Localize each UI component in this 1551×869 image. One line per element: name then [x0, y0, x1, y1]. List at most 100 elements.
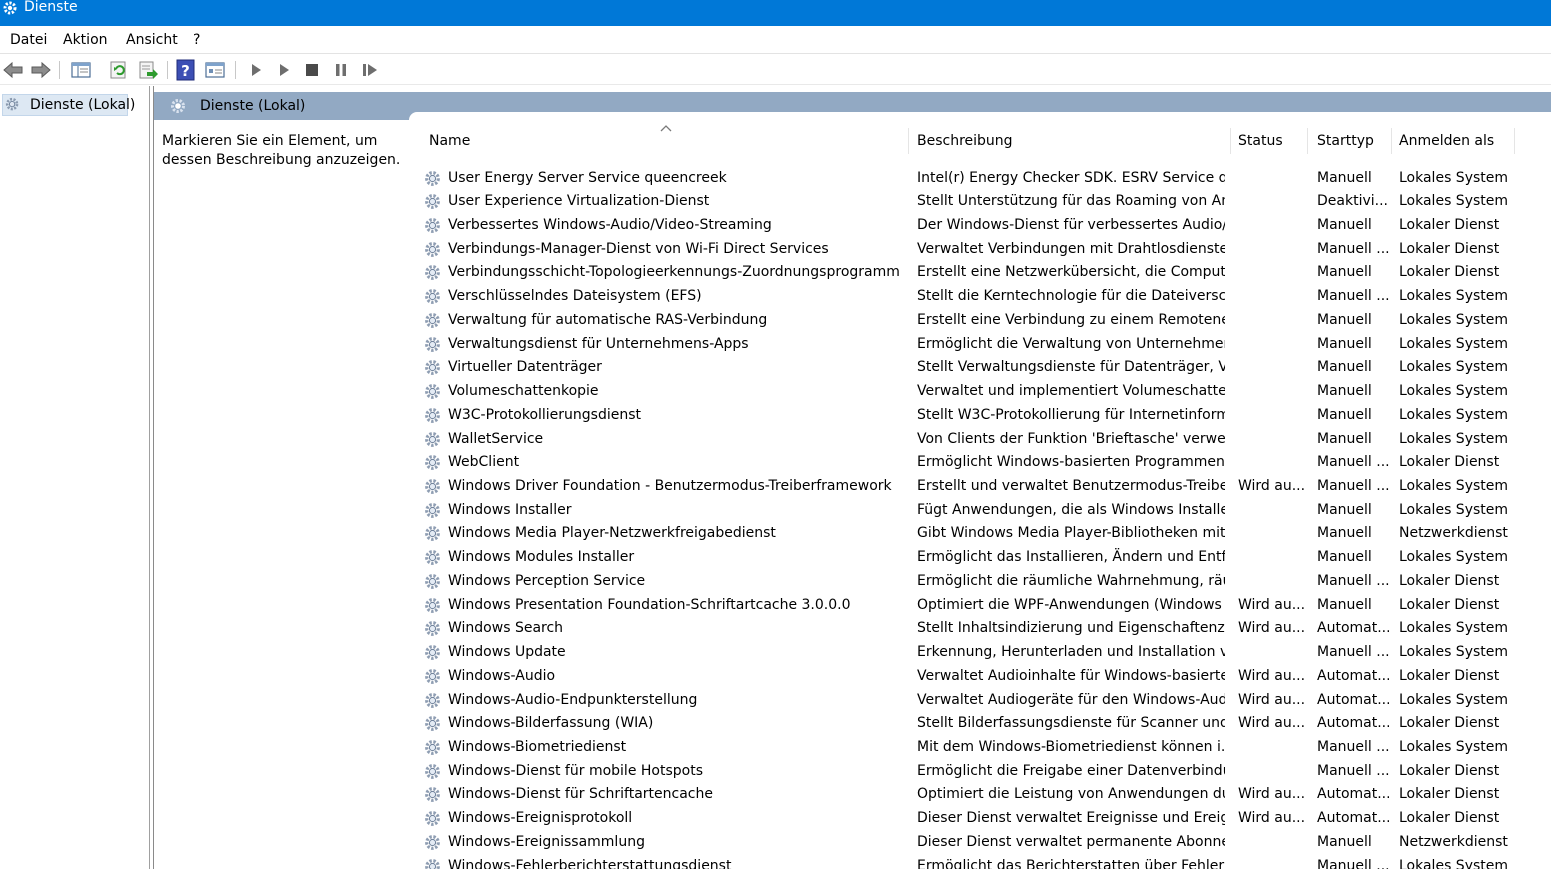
cell-anmelden-als: Lokaler Dienst	[1399, 596, 1500, 613]
service-gear-icon	[424, 336, 442, 354]
cell-description: Optimiert die WPF-Anwendungen (Windows .…	[917, 596, 1225, 613]
cell-status: Wird au...	[1238, 667, 1304, 684]
column-header-starttyp[interactable]: Starttyp	[1317, 132, 1374, 152]
cell-description: Verwaltet Audiogeräte für den Windows-Au…	[917, 691, 1225, 708]
table-row[interactable]: Verschlüsselndes Dateisystem (EFS) Stellt…	[416, 285, 1551, 309]
table-row[interactable]: Windows Presentation Foundation-Schrifta…	[416, 594, 1551, 618]
table-row[interactable]: Verbessertes Windows-Audio/Video-Streami…	[416, 214, 1551, 238]
column-header-beschreibung[interactable]: Beschreibung	[917, 132, 1013, 152]
svg-text:?: ?	[181, 62, 190, 80]
table-row[interactable]: WebClient Ermöglicht Windows-basierten Pr…	[416, 451, 1551, 475]
toolbar-separator	[235, 61, 236, 79]
cell-starttyp: Manuell	[1317, 169, 1372, 186]
service-gear-icon	[424, 739, 442, 757]
service-gear-icon	[424, 241, 442, 259]
properties-icon[interactable]	[204, 59, 226, 81]
cell-starttyp: Manuell	[1317, 833, 1372, 850]
service-gear-icon	[424, 834, 442, 852]
services-gear-icon	[3, 1, 17, 15]
cell-starttyp: Manuell	[1317, 216, 1372, 233]
table-row[interactable]: W3C-Protokollierungsdienst Stellt W3C-Pro…	[416, 404, 1551, 428]
stop-service-icon[interactable]	[301, 59, 323, 81]
table-row[interactable]: User Energy Server Service queencreek Int…	[416, 167, 1551, 191]
export-list-icon[interactable]	[137, 59, 159, 81]
pause-service-icon[interactable]	[330, 59, 352, 81]
service-gear-icon	[424, 597, 442, 615]
cell-description: Intel(r) Energy Checker SDK. ESRV Servic…	[917, 169, 1225, 186]
table-row[interactable]: Verwaltung für automatische RAS-Verbindu…	[416, 309, 1551, 333]
cell-starttyp: Manuell	[1317, 383, 1372, 400]
table-row[interactable]: Windows-Bilderfassung (WIA) Stellt Bilder…	[416, 712, 1551, 736]
table-row[interactable]: Windows-Dienst für Schriftartencache Opti…	[416, 783, 1551, 807]
cell-anmelden-als: Lokales System	[1399, 335, 1509, 352]
cell-name: Windows Perception Service	[448, 572, 646, 589]
menu-datei[interactable]: Datei	[10, 32, 47, 48]
cell-anmelden-als: Lokales System	[1399, 549, 1509, 566]
column-divider[interactable]	[908, 128, 909, 154]
cell-anmelden-als: Lokaler Dienst	[1399, 216, 1500, 233]
cell-starttyp: Manuell ...	[1317, 857, 1389, 869]
table-row[interactable]: Verbindungs-Manager-Dienst von Wi-Fi Dir…	[416, 238, 1551, 262]
cell-status	[1238, 380, 1304, 404]
table-row[interactable]: Windows Media Player-Netzwerkfreigabedie…	[416, 522, 1551, 546]
forward-arrow-icon[interactable]	[30, 59, 52, 81]
table-row[interactable]: Verbindungsschicht-Topologieerkennungs-Z…	[416, 261, 1551, 285]
menu-aktion[interactable]: Aktion	[63, 32, 108, 48]
cell-name: Verschlüsselndes Dateisystem (EFS)	[448, 288, 702, 305]
cell-name: Windows-Ereignissammlung	[448, 833, 645, 850]
table-row[interactable]: WalletService Von Clients der Funktion 'B…	[416, 428, 1551, 452]
cell-description: Stellt Bilderfassungsdienste für Scanner…	[917, 715, 1225, 732]
tree-item-dienste-lokal[interactable]: Dienste (Lokal)	[2, 94, 135, 116]
cell-description: Ermöglicht die Verwaltung von Unternehme…	[917, 335, 1225, 352]
cell-name: Verbessertes Windows-Audio/Video-Streami…	[448, 216, 772, 233]
cell-status	[1238, 261, 1304, 285]
menu-ansicht[interactable]: Ansicht	[126, 32, 178, 48]
table-row[interactable]: Windows Search Stellt Inhaltsindizierung …	[416, 617, 1551, 641]
table-row[interactable]: Virtueller Datenträger Stellt Verwaltungs…	[416, 356, 1551, 380]
table-row[interactable]: Windows-Ereignisprotokoll Dieser Dienst v…	[416, 807, 1551, 831]
back-arrow-icon[interactable]	[2, 59, 24, 81]
refresh-icon[interactable]	[108, 59, 130, 81]
table-row[interactable]: Windows-Dienst für mobile Hotspots Ermögl…	[416, 760, 1551, 784]
table-row[interactable]: Verwaltungsdienst für Unternehmens-Apps E…	[416, 333, 1551, 357]
column-divider[interactable]	[1391, 128, 1392, 154]
menu-help[interactable]: ?	[193, 32, 200, 48]
table-row[interactable]: Windows-Audio-Endpunkterstellung Verwalte…	[416, 689, 1551, 713]
start-service-icon[interactable]	[245, 59, 267, 81]
table-row[interactable]: Windows Driver Foundation - Benutzermodu…	[416, 475, 1551, 499]
table-row[interactable]: Windows-Fehlerberichterstattungsdienst Er…	[416, 855, 1551, 869]
services-gear-icon	[5, 97, 19, 111]
content-header-tab-edge	[409, 112, 1551, 120]
column-header-status[interactable]: Status	[1238, 132, 1283, 152]
cell-starttyp: Manuell ...	[1317, 644, 1389, 661]
table-row[interactable]: Windows Perception Service Ermöglicht die…	[416, 570, 1551, 594]
column-divider[interactable]	[1230, 128, 1231, 154]
cell-name: WalletService	[448, 430, 544, 447]
cell-description: Von Clients der Funktion 'Brieftasche' v…	[917, 430, 1225, 447]
cell-name: Windows Modules Installer	[448, 549, 635, 566]
cell-status	[1238, 546, 1304, 570]
table-row[interactable]: Volumeschattenkopie Verwaltet und impleme…	[416, 380, 1551, 404]
table-row[interactable]: User Experience Virtualization-Dienst Ste…	[416, 190, 1551, 214]
table-row[interactable]: Windows Modules Installer Ermöglicht das …	[416, 546, 1551, 570]
table-row[interactable]: Windows-Audio Verwaltet Audioinhalte für …	[416, 665, 1551, 689]
table-row[interactable]: Windows Update Erkennung, Herunterladen u…	[416, 641, 1551, 665]
column-header-name[interactable]: Name	[429, 132, 470, 152]
resume-service-icon[interactable]	[359, 59, 381, 81]
table-row[interactable]: Windows Installer Fügt Anwendungen, die a…	[416, 499, 1551, 523]
cell-description: Gibt Windows Media Player-Bibliotheken m…	[917, 525, 1225, 542]
cell-name: Windows Presentation Foundation-Schrifta…	[448, 596, 851, 613]
help-icon[interactable]: ?	[175, 59, 197, 81]
cell-description: Erstellt eine Netzwerkübersicht, die Com…	[917, 264, 1225, 281]
column-divider[interactable]	[1514, 128, 1515, 154]
cell-name: Windows-Fehlerberichterstattungsdienst	[448, 857, 732, 869]
column-header-anmelden-als[interactable]: Anmelden als	[1399, 132, 1494, 152]
cell-status: Wird au...	[1238, 786, 1304, 803]
start-service-alt-icon[interactable]	[273, 59, 295, 81]
column-divider[interactable]	[1307, 128, 1308, 154]
cell-name: Verbindungsschicht-Topologieerkennungs-Z…	[448, 264, 900, 281]
table-row[interactable]: Windows-Biometriedienst Mit dem Windows-B…	[416, 736, 1551, 760]
table-row[interactable]: Windows-Ereignissammlung Dieser Dienst ve…	[416, 831, 1551, 855]
service-gear-icon	[424, 454, 442, 472]
console-tree-icon[interactable]	[70, 59, 92, 81]
